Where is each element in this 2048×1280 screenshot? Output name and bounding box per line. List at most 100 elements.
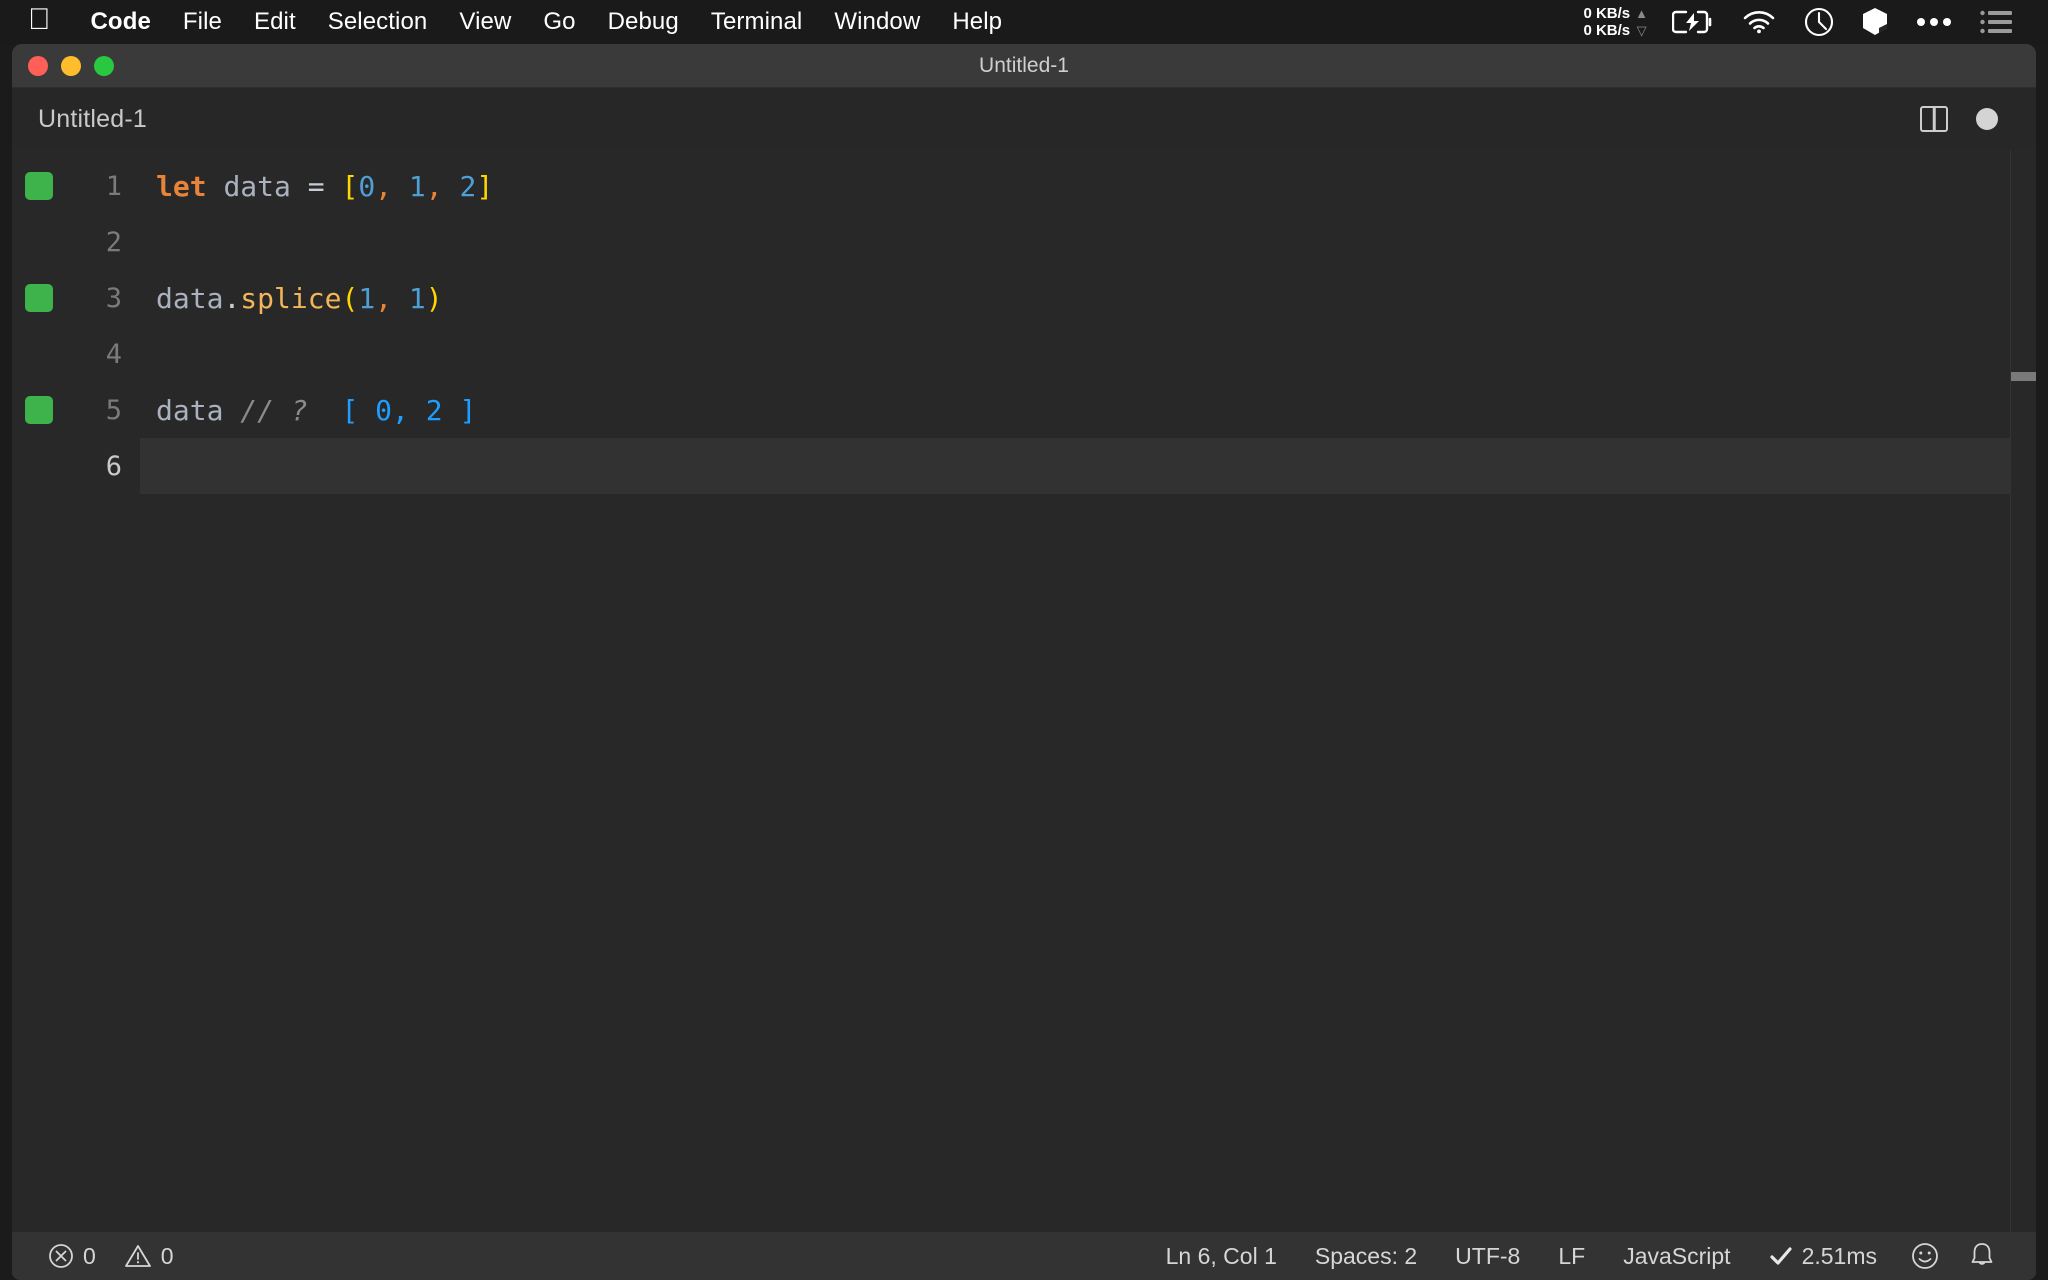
code-token: data: [223, 169, 291, 203]
code-line[interactable]: 6: [12, 438, 2036, 494]
menu-item-file[interactable]: File: [167, 0, 238, 44]
line-content[interactable]: let data = [0, 1, 2]: [140, 158, 2036, 214]
error-count[interactable]: 0: [34, 1232, 110, 1280]
menu-item-help[interactable]: Help: [936, 0, 1018, 44]
notifications-bell-icon[interactable]: [1954, 1232, 2010, 1280]
code-token: (: [341, 281, 359, 315]
warning-icon: [124, 1243, 152, 1269]
close-button[interactable]: [28, 55, 48, 76]
window-titlebar: Untitled-1: [12, 44, 2036, 88]
quokka-timing[interactable]: 2.51ms: [1750, 1232, 1896, 1280]
line-content[interactable]: data // ? [ 0, 2 ]: [140, 382, 2036, 438]
menu-item-debug[interactable]: Debug: [592, 0, 695, 44]
error-count-label: 0: [83, 1242, 96, 1269]
code-token: .: [223, 281, 241, 315]
tab-untitled-1[interactable]: Untitled-1: [12, 88, 173, 150]
window-title: Untitled-1: [979, 53, 1069, 77]
cube-icon[interactable]: [1848, 0, 1902, 44]
menu-bar-status-icons: 0 KB/s 0 KB/s ▲ ▽: [1569, 0, 2048, 44]
code-token: ,: [375, 169, 393, 203]
code-lines: 1 let data = [0, 1, 2] 2 3 data. splice(1, 1)…: [12, 150, 2036, 494]
line-number: 2: [105, 226, 122, 258]
upload-arrow-icon: ▲: [1635, 6, 1648, 21]
line-content[interactable]: data. splice(1, 1): [140, 270, 2036, 326]
line-content[interactable]: [140, 214, 2036, 270]
error-icon: [48, 1243, 74, 1269]
language-mode[interactable]: JavaScript: [1604, 1232, 1749, 1280]
indentation-setting[interactable]: Spaces: 2: [1296, 1232, 1436, 1280]
code-token: =: [307, 169, 325, 203]
ellipsis-icon[interactable]: [1902, 0, 1966, 44]
apple-logo-icon[interactable]: : [28, 5, 51, 35]
code-token: [: [341, 169, 359, 203]
editor-actions: [1920, 106, 2036, 132]
menu-item-selection[interactable]: Selection: [312, 0, 444, 44]
status-bar-right: Ln 6, Col 1 Spaces: 2 UTF-8 LF JavaScrip…: [1147, 1232, 2036, 1280]
code-token: let: [156, 169, 207, 203]
code-token: // ?: [240, 393, 308, 427]
quokka-timing-label: 2.51ms: [1801, 1242, 1877, 1269]
code-token: 0: [358, 169, 376, 203]
menu-item-code[interactable]: Code: [75, 0, 167, 44]
unsaved-indicator-icon[interactable]: [1976, 108, 1998, 130]
coverage-marker-icon: [25, 396, 53, 424]
editor-tab-strip: Untitled-1: [12, 88, 2036, 150]
tab-label: Untitled-1: [38, 104, 147, 133]
code-token: 1: [408, 169, 426, 203]
code-token: ]: [476, 169, 494, 203]
network-download-speed: 0 KB/s: [1583, 22, 1631, 39]
menu-item-terminal[interactable]: Terminal: [695, 0, 819, 44]
menu-item-window[interactable]: Window: [818, 0, 936, 44]
minimize-button[interactable]: [61, 55, 81, 76]
code-token: 2: [459, 169, 477, 203]
wifi-icon[interactable]: [1728, 0, 1790, 44]
menu-item-edit[interactable]: Edit: [238, 0, 312, 44]
split-editor-icon[interactable]: [1920, 106, 1948, 132]
line-content[interactable]: [140, 326, 2036, 382]
status-bar-left: 0 0: [12, 1232, 188, 1280]
code-line[interactable]: 2: [12, 214, 2036, 270]
code-line[interactable]: 3 data. splice(1, 1): [12, 270, 2036, 326]
line-content[interactable]: [140, 438, 2036, 494]
code-token: data: [156, 281, 224, 315]
menu-item-go[interactable]: Go: [527, 0, 591, 44]
code-token: 1: [358, 281, 376, 315]
vscode-window: Untitled-1 Untitled-1 1 let data = [0, 1,…: [12, 44, 2036, 1280]
code-line[interactable]: 5 data // ? [ 0, 2 ]: [12, 382, 2036, 438]
menu-bar-items:  Code File Edit Selection View Go Debug…: [0, 0, 1018, 44]
overview-ruler[interactable]: [2010, 150, 2036, 1232]
list-icon[interactable]: [1966, 0, 2026, 44]
line-endings-setting[interactable]: LF: [1539, 1232, 1604, 1280]
network-speed-indicator[interactable]: 0 KB/s 0 KB/s ▲ ▽: [1569, 5, 1658, 39]
code-line[interactable]: 1 let data = [0, 1, 2]: [12, 158, 2036, 214]
feedback-smiley-icon[interactable]: [1896, 1232, 1954, 1280]
code-line[interactable]: 4: [12, 326, 2036, 382]
coverage-marker-icon: [25, 172, 53, 200]
code-token: ,: [375, 281, 393, 315]
line-number: 6: [105, 450, 122, 482]
encoding-setting[interactable]: UTF-8: [1436, 1232, 1539, 1280]
overview-ruler-tick: [2011, 372, 2036, 381]
checkmark-icon: [1769, 1245, 1793, 1267]
battery-charging-icon[interactable]: [1658, 0, 1728, 44]
code-token: 1: [408, 281, 426, 315]
download-arrow-icon: ▽: [1636, 23, 1647, 38]
clock-icon[interactable]: [1790, 0, 1848, 44]
code-editor[interactable]: 1 let data = [0, 1, 2] 2 3 data. splice(1, 1)…: [12, 150, 2036, 1232]
code-token: [ 0, 2 ]: [341, 393, 477, 427]
status-bar: 0 0 Ln 6, Col 1 Spaces: 2 UTF-8 LF JavaS…: [12, 1232, 2036, 1280]
macos-menu-bar:  Code File Edit Selection View Go Debug…: [0, 0, 2048, 44]
warning-count[interactable]: 0: [110, 1232, 188, 1280]
window-traffic-lights: [28, 55, 114, 76]
coverage-marker-icon: [25, 284, 53, 312]
cursor-position[interactable]: Ln 6, Col 1: [1147, 1232, 1296, 1280]
line-number: 4: [105, 338, 122, 370]
zoom-button[interactable]: [94, 55, 114, 76]
network-upload-speed: 0 KB/s: [1583, 5, 1631, 22]
menu-item-view[interactable]: View: [443, 0, 527, 44]
